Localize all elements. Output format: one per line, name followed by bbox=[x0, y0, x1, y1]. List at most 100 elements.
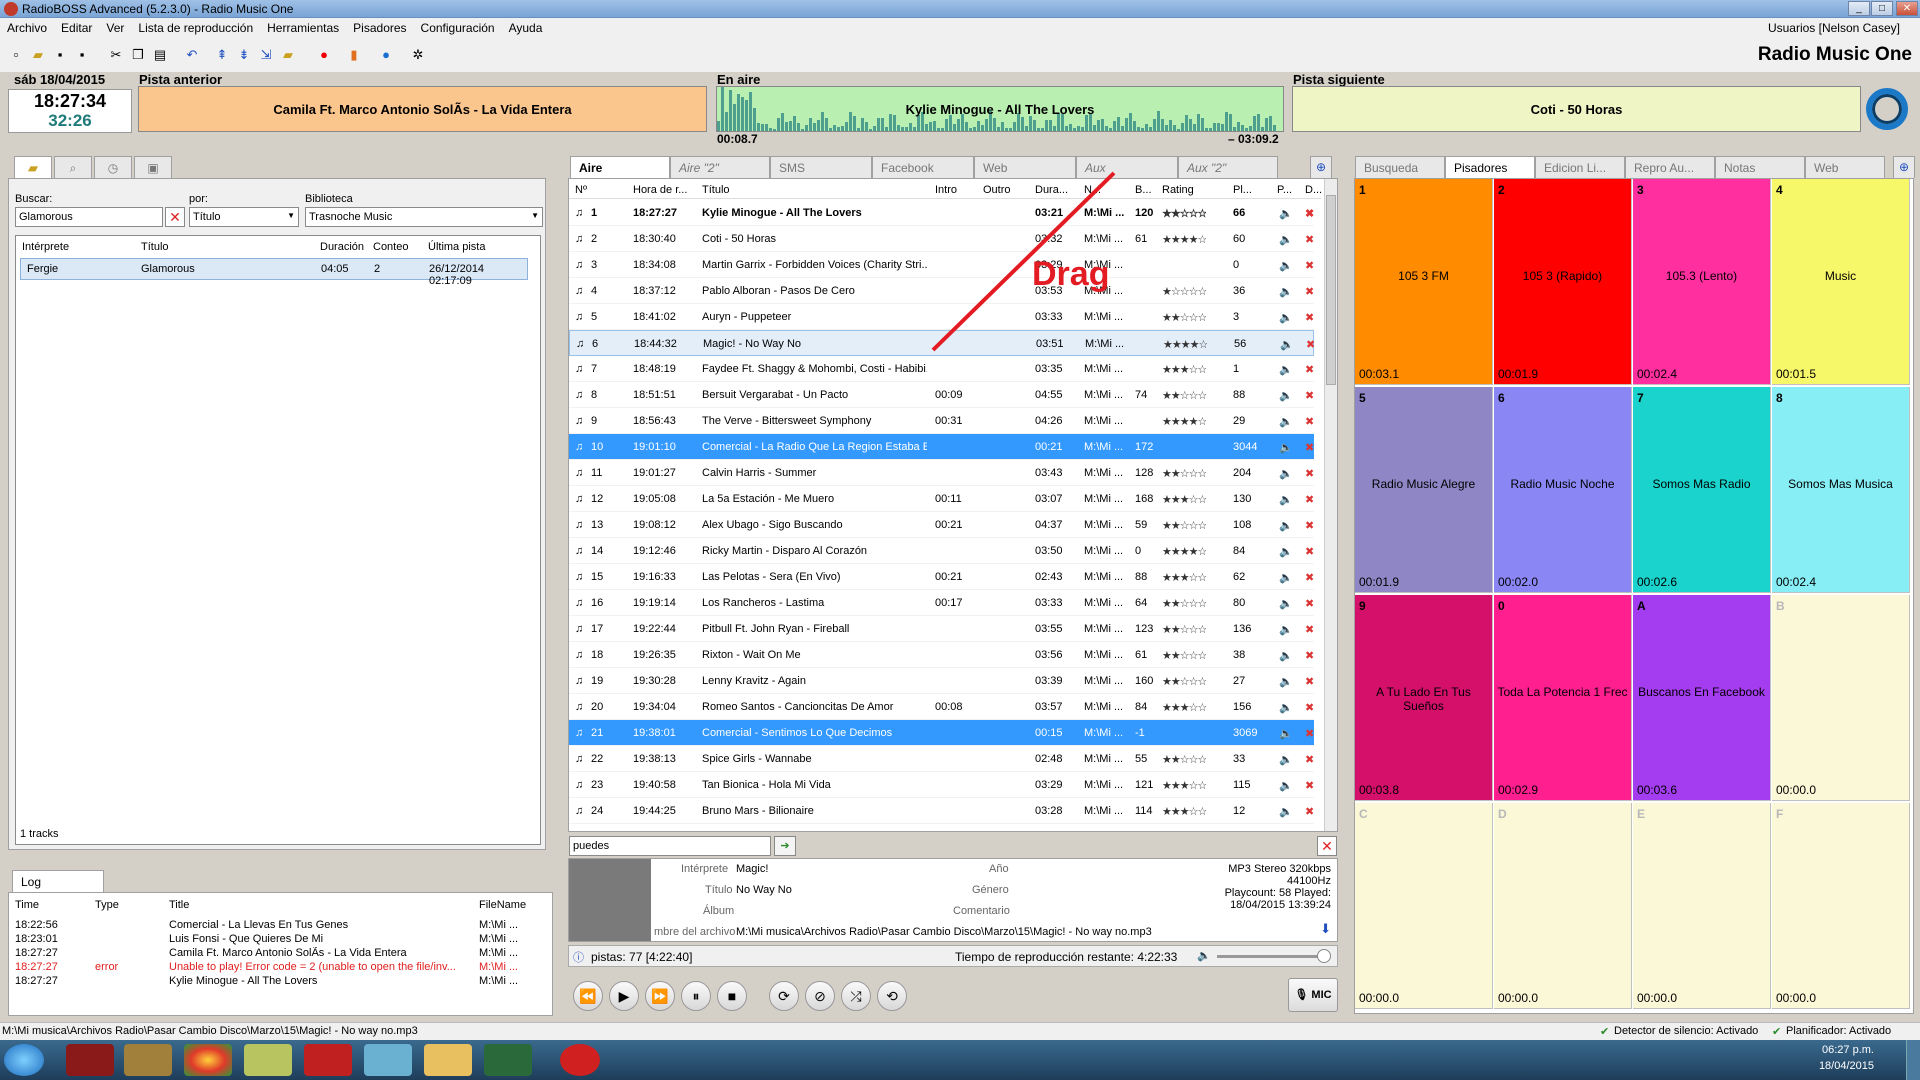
speaker-icon[interactable]: 🔈 bbox=[1279, 285, 1293, 298]
speaker-icon[interactable]: 🔈 bbox=[1279, 519, 1293, 532]
clear-filter-icon[interactable]: ✕ bbox=[1317, 836, 1337, 856]
delete-icon[interactable]: ✖ bbox=[1305, 311, 1314, 324]
col-d[interactable]: D... bbox=[1305, 184, 1322, 196]
col-ultima[interactable]: Última pista bbox=[428, 241, 485, 253]
delete-icon[interactable]: ✖ bbox=[1305, 727, 1314, 740]
jingle-pad[interactable]: B 00:00.0 bbox=[1772, 595, 1910, 801]
copy-icon[interactable]: ❐ bbox=[130, 47, 146, 63]
scrollbar-thumb[interactable] bbox=[1326, 195, 1336, 385]
menu-herramientas[interactable]: Herramientas bbox=[260, 18, 346, 38]
col-p[interactable]: P... bbox=[1277, 184, 1292, 196]
mic-button[interactable]: 🎙 MIC bbox=[1288, 978, 1338, 1012]
rewind-icon[interactable]: ⏪ bbox=[573, 981, 603, 1011]
jingle-pad[interactable]: 1 105 3 FM 00:03.1 bbox=[1355, 179, 1493, 385]
menu-lista[interactable]: Lista de reproducción bbox=[131, 18, 260, 38]
tab-web-right[interactable]: Web bbox=[1805, 156, 1885, 178]
speaker-icon[interactable]: 🔈 bbox=[1279, 363, 1293, 376]
speaker-icon[interactable]: 🔈 bbox=[1279, 675, 1293, 688]
delete-icon[interactable]: ✖ bbox=[1305, 545, 1314, 558]
delete-icon[interactable]: ✖ bbox=[1305, 649, 1314, 662]
speaker-icon[interactable]: 🔈 bbox=[1279, 805, 1293, 818]
playlist-row[interactable]: ♫ 24 19:44:25 Bruno Mars - Bilionaire 03:28 M… bbox=[569, 798, 1314, 824]
new-file-icon[interactable]: ▫ bbox=[8, 47, 24, 63]
jingle-pad[interactable]: 5 Radio Music Alegre 00:01.9 bbox=[1355, 387, 1493, 593]
speaker-icon[interactable]: 🔈 bbox=[1279, 753, 1293, 766]
settings-icon[interactable]: ✲ bbox=[410, 47, 426, 63]
delete-icon[interactable]: ✖ bbox=[1305, 415, 1314, 428]
jingle-pad[interactable]: 2 105 3 (Rapido) 00:01.9 bbox=[1494, 179, 1632, 385]
menu-configuracion[interactable]: Configuración bbox=[414, 18, 502, 38]
tab-repro[interactable]: Repro Au... bbox=[1625, 156, 1715, 178]
speaker-icon[interactable]: 🔈 bbox=[1279, 441, 1293, 454]
jingle-pad[interactable]: D 00:00.0 bbox=[1494, 803, 1632, 1009]
save-all-icon[interactable]: ▪ bbox=[74, 47, 90, 63]
col-plays[interactable]: Pl... bbox=[1233, 184, 1252, 196]
playlist-row[interactable]: ♫ 11 19:01:27 Calvin Harris - Summer 03:43 M:… bbox=[569, 460, 1314, 486]
search-input[interactable]: Glamorous bbox=[15, 207, 163, 227]
tab-log[interactable]: Log bbox=[12, 870, 104, 892]
move-down-icon[interactable]: ⇟ bbox=[236, 47, 252, 63]
monitor-task-icon[interactable] bbox=[484, 1044, 532, 1076]
delete-icon[interactable]: ✖ bbox=[1305, 519, 1314, 532]
planner-status[interactable]: Planificador: Activado bbox=[1786, 1025, 1891, 1037]
delete-icon[interactable]: ✖ bbox=[1305, 675, 1314, 688]
window-task-icon[interactable] bbox=[364, 1044, 412, 1076]
minimize-button[interactable]: _ bbox=[1848, 1, 1870, 16]
jingle-pad[interactable]: 6 Radio Music Noche 00:02.0 bbox=[1494, 387, 1632, 593]
paste-icon[interactable]: ▤ bbox=[152, 47, 168, 63]
loop-icon[interactable]: ⟲ bbox=[877, 981, 907, 1011]
delete-icon[interactable]: ✖ bbox=[1305, 571, 1314, 584]
undo-icon[interactable]: ↶ bbox=[184, 47, 200, 63]
delete-icon[interactable]: ✖ bbox=[1305, 701, 1314, 714]
playlist-scrollbar[interactable] bbox=[1324, 179, 1337, 831]
col-hora[interactable]: Hora de r... bbox=[633, 184, 687, 196]
jingle-pad[interactable]: 0 Toda La Potencia 1 Frec 00:02.9 bbox=[1494, 595, 1632, 801]
on-air-panel[interactable]: Kylie Minogue - All The Lovers bbox=[716, 86, 1284, 132]
speaker-icon[interactable]: 🔈 bbox=[1279, 701, 1293, 714]
speaker-icon[interactable]: 🔈 bbox=[1279, 779, 1293, 792]
volume-slider[interactable] bbox=[1217, 955, 1327, 958]
speaker-icon[interactable]: 🔈 bbox=[1279, 259, 1293, 272]
tab-edicion[interactable]: Edicion Li... bbox=[1535, 156, 1625, 178]
tab-sms[interactable]: SMS bbox=[770, 156, 872, 178]
speaker-icon[interactable]: 🔈 bbox=[1279, 493, 1293, 506]
speaker-icon[interactable]: 🔈 bbox=[1279, 467, 1293, 480]
tab-notas[interactable]: Notas bbox=[1715, 156, 1805, 178]
delete-icon[interactable]: ✖ bbox=[1305, 805, 1314, 818]
menu-ver[interactable]: Ver bbox=[99, 18, 131, 38]
stop-after-icon[interactable]: ⊘ bbox=[805, 981, 835, 1011]
open-folder-icon[interactable]: ▰ bbox=[30, 47, 46, 63]
jingle-pad[interactable]: 9 A Tu Lado En Tus Sueños 00:03.8 bbox=[1355, 595, 1493, 801]
delete-icon[interactable]: ✖ bbox=[1305, 233, 1314, 246]
tab-pisadores[interactable]: Pisadores bbox=[1445, 156, 1535, 178]
jingle-pad[interactable]: 4 Music 00:01.5 bbox=[1772, 179, 1910, 385]
playlist-row[interactable]: ♫ 23 19:40:58 Tan Bionica - Hola Mi Vida 03:… bbox=[569, 772, 1314, 798]
col-conteo[interactable]: Conteo bbox=[373, 241, 408, 253]
delete-icon[interactable]: ✖ bbox=[1305, 467, 1314, 480]
delete-icon[interactable]: ✖ bbox=[1305, 779, 1314, 792]
tab-busqueda[interactable]: Busqueda bbox=[1355, 156, 1445, 178]
speaker-icon[interactable]: 🔈 bbox=[1279, 727, 1293, 740]
menu-editar[interactable]: Editar bbox=[54, 18, 99, 38]
playlist-row[interactable]: ♫ 12 19:05:08 La 5a Estación - Me Muero 00:1… bbox=[569, 486, 1314, 512]
add-tab-icon[interactable]: ⊕ bbox=[1310, 156, 1332, 178]
speaker-icon[interactable]: 🔈 bbox=[1279, 311, 1293, 324]
show-desktop-button[interactable] bbox=[1906, 1040, 1920, 1080]
globe-icon[interactable]: ● bbox=[378, 47, 394, 63]
jingle-pad[interactable]: C 00:00.0 bbox=[1355, 803, 1493, 1009]
tab-aire2[interactable]: Aire "2" bbox=[670, 156, 770, 178]
delete-icon[interactable]: ✖ bbox=[1305, 441, 1314, 454]
jingle-pad[interactable]: 8 Somos Mas Musica 00:02.4 bbox=[1772, 387, 1910, 593]
start-button-icon[interactable] bbox=[4, 1044, 44, 1076]
speaker-icon[interactable]: 🔈 bbox=[1279, 571, 1293, 584]
speaker-icon[interactable]: 🔈 bbox=[1280, 338, 1294, 351]
folder-icon[interactable]: ▰ bbox=[280, 47, 296, 63]
playlist-row[interactable]: ♫ 17 19:22:44 Pitbull Ft. John Ryan - Fireb… bbox=[569, 616, 1314, 642]
jingle-pad[interactable]: F 00:00.0 bbox=[1772, 803, 1910, 1009]
playlist-row[interactable]: ♫ 10 19:01:10 Comercial - La Radio Que La R… bbox=[569, 434, 1314, 460]
save-icon[interactable]: ▪ bbox=[52, 47, 68, 63]
shuffle-icon[interactable]: ⤮ bbox=[841, 981, 871, 1011]
playlist-row[interactable]: ♫ 15 19:16:33 Las Pelotas - Sera (En Vivo) 0… bbox=[569, 564, 1314, 590]
jingle-pad[interactable]: 3 105.3 (Lento) 00:02.4 bbox=[1633, 179, 1771, 385]
tab-aire[interactable]: Aire bbox=[570, 156, 670, 178]
